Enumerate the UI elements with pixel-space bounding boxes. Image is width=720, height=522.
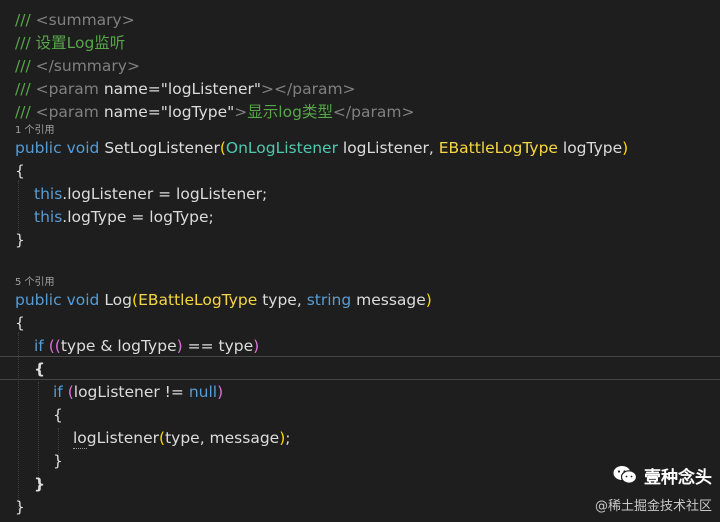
- indent-guide: [38, 382, 39, 482]
- codelens-references[interactable]: 5 个引用: [15, 277, 55, 289]
- code-line-14: {: [34, 360, 46, 378]
- suggestion-squiggle: [73, 446, 87, 449]
- watermark: 壹种念头: [612, 462, 712, 488]
- code-line-17: logListener(type, message);: [73, 429, 291, 447]
- code-line-15: if (logListener != null): [53, 383, 224, 401]
- watermark-source: @稀土掘金技术社区: [594, 499, 712, 514]
- code-line-8: this.logListener = logListener;: [34, 185, 268, 203]
- code-line-2: /// 设置Log监听: [15, 34, 126, 52]
- code-line-13: if ((type & logType) == type): [34, 337, 260, 355]
- code-line-5: /// <param name="logType">显示log类型</param…: [15, 103, 415, 121]
- indent-guide: [18, 180, 19, 232]
- code-line-7: {: [15, 162, 25, 180]
- code-line-9: this.logType = logType;: [34, 208, 214, 226]
- indent-guide: [18, 332, 19, 510]
- code-line-16: {: [53, 406, 63, 424]
- wechat-icon: [613, 466, 638, 484]
- current-line-highlight: [0, 356, 720, 380]
- code-line-3: /// </summary>: [15, 57, 140, 75]
- codelens-references[interactable]: 1 个引用: [15, 125, 55, 137]
- code-line-18: }: [53, 452, 63, 470]
- code-line-4: /// <param name="logListener"></param>: [15, 80, 356, 98]
- watermark-name: 壹种念头: [644, 467, 712, 488]
- code-line-20: }: [15, 498, 25, 516]
- code-line-6: public void SetLogListener(OnLogListener…: [15, 139, 629, 157]
- code-line-11: public void Log(EBattleLogType type, str…: [15, 291, 432, 309]
- code-line-1: /// <summary>: [15, 11, 135, 29]
- code-line-19: }: [34, 475, 46, 493]
- code-line-12: {: [15, 314, 25, 332]
- code-line-10: }: [15, 231, 25, 249]
